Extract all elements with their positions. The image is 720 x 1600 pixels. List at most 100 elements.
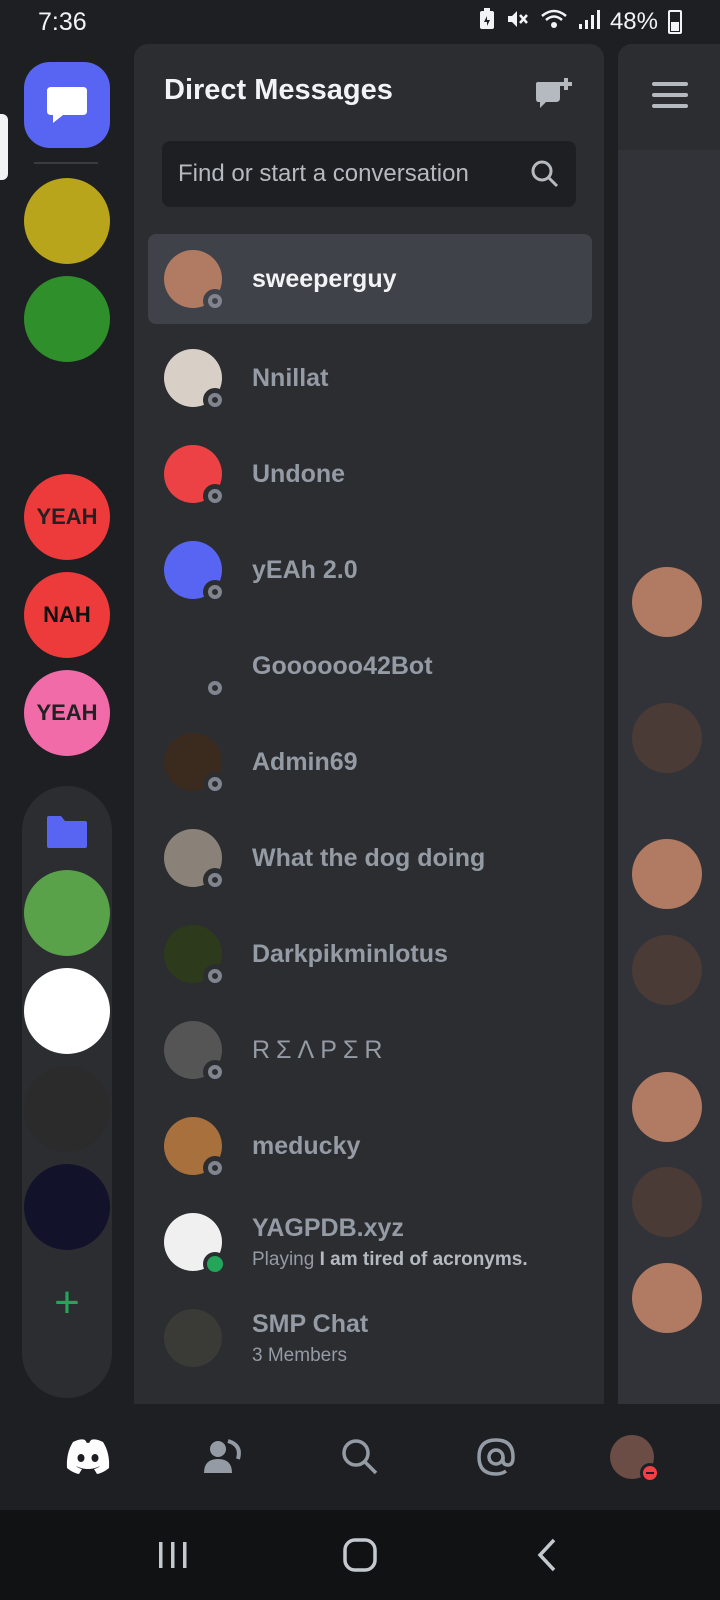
- activity-text: I am tired of acronyms.: [319, 1248, 528, 1270]
- dm-item[interactable]: sweeperguy: [148, 234, 592, 324]
- server-yeah[interactable]: YEAH: [24, 474, 110, 560]
- search-tab[interactable]: [330, 1427, 390, 1487]
- avatar: [164, 541, 227, 604]
- dnd-status-icon: [640, 1463, 660, 1483]
- dm-item[interactable]: RΣΛPΣR: [148, 1002, 592, 1098]
- server-initials: NAH: [43, 602, 91, 627]
- avatar: [164, 349, 227, 412]
- server-ramen[interactable]: [24, 968, 110, 1054]
- avatar: [164, 733, 227, 796]
- new-dm-button[interactable]: [534, 76, 574, 114]
- dm-subtitle: 3 Members: [252, 1344, 348, 1366]
- dm-name: Undone: [252, 459, 346, 488]
- activity-prefix: Playing: [252, 1248, 315, 1270]
- dm-item[interactable]: meducky: [148, 1098, 592, 1194]
- dm-item[interactable]: YAGPDB.xyz Playing I am tired of acronyms…: [148, 1194, 592, 1290]
- avatar: [632, 703, 702, 773]
- rail-divider: [34, 162, 98, 164]
- dm-item[interactable]: Darkpikminlotus: [148, 906, 592, 1002]
- dm-item[interactable]: Admin69: [148, 714, 592, 810]
- offline-status-icon: [203, 868, 227, 892]
- server-yeah-pink[interactable]: YEAH: [24, 670, 110, 756]
- home-tab[interactable]: [58, 1427, 118, 1487]
- search-icon: [342, 1439, 378, 1475]
- system-nav: [0, 1510, 720, 1600]
- avatar: [632, 567, 702, 637]
- server-initials: YEAH: [36, 504, 98, 529]
- dm-item[interactable]: Goooooo42Bot: [148, 618, 592, 714]
- dm-name: RΣΛPΣR: [252, 1035, 389, 1064]
- add-server-button[interactable]: +: [24, 1260, 110, 1346]
- server-green-creeper[interactable]: [24, 276, 110, 362]
- dm-name: yEAh 2.0: [252, 555, 358, 584]
- home-button[interactable]: [335, 1530, 385, 1580]
- avatar: [164, 1213, 227, 1276]
- dm-item[interactable]: Undone: [148, 426, 592, 522]
- dm-name: Darkpikminlotus: [252, 939, 448, 968]
- avatar: [164, 1021, 227, 1084]
- recents-icon: [159, 1542, 187, 1568]
- mentions-tab[interactable]: [466, 1427, 526, 1487]
- friends-icon: [204, 1439, 241, 1473]
- dm-name: What the dog doing: [252, 843, 486, 872]
- server-nah[interactable]: NAH: [24, 572, 110, 658]
- offline-status-icon: [203, 289, 227, 313]
- dm-list: sweeperguy Nnillat Undone yEAh 2.0 Goooooo42…: [148, 234, 592, 1386]
- dm-item[interactable]: yEAh 2.0: [148, 522, 592, 618]
- server-yellow-pixel[interactable]: [24, 178, 110, 264]
- back-button[interactable]: [522, 1530, 572, 1580]
- friends-tab[interactable]: [194, 1427, 254, 1487]
- avatar: [632, 1263, 702, 1333]
- discord-icon: [66, 1439, 110, 1474]
- avatar: [164, 925, 227, 988]
- avatar: [164, 637, 227, 700]
- avatar: [164, 250, 227, 313]
- offline-status-icon: [203, 1156, 227, 1180]
- server-galaxy[interactable]: [24, 1164, 110, 1250]
- avatar: [164, 445, 227, 508]
- server-minecraft[interactable]: [24, 870, 110, 956]
- folder-icon[interactable]: [24, 789, 110, 875]
- search-input[interactable]: Find or start a conversation: [162, 141, 576, 207]
- dm-item[interactable]: What the dog doing: [148, 810, 592, 906]
- offline-status-icon: [203, 964, 227, 988]
- chat-peek[interactable]: [618, 44, 720, 1404]
- plus-icon: +: [54, 1278, 80, 1327]
- avatar: [164, 829, 227, 892]
- status-time: 7:36: [38, 7, 87, 36]
- avatar: [632, 839, 702, 909]
- back-icon: [537, 1538, 555, 1572]
- server-d-logo[interactable]: [24, 1066, 110, 1152]
- menu-icon[interactable]: [652, 82, 688, 108]
- avatar: [164, 1117, 227, 1180]
- avatar: [632, 935, 702, 1005]
- avatar: [164, 1309, 222, 1367]
- dm-name: SMP Chat: [252, 1309, 369, 1338]
- mute-icon: [506, 8, 530, 37]
- avatar: [632, 1072, 702, 1142]
- offline-status-icon: [203, 484, 227, 508]
- bottom-nav: [0, 1404, 720, 1510]
- dm-name: sweeperguy: [252, 264, 397, 293]
- server-snake[interactable]: [24, 374, 110, 460]
- offline-status-icon: [203, 772, 227, 796]
- at-icon: [477, 1438, 515, 1476]
- page-title: Direct Messages: [164, 74, 393, 106]
- online-status-icon: [203, 1252, 227, 1276]
- signal-icon: [578, 8, 600, 37]
- status-bar: 7:36 48%: [0, 0, 720, 44]
- direct-messages-button[interactable]: [24, 62, 110, 148]
- offline-status-icon: [203, 388, 227, 412]
- dm-name: meducky: [252, 1131, 361, 1160]
- recents-button[interactable]: [148, 1530, 198, 1580]
- battery-percent: 48%: [609, 8, 658, 35]
- dm-name: YAGPDB.xyz: [252, 1213, 404, 1242]
- dm-name: Admin69: [252, 747, 358, 776]
- dm-item[interactable]: SMP Chat 3 Members: [148, 1290, 592, 1386]
- battery-icon: [668, 10, 682, 34]
- dm-item[interactable]: Nnillat: [148, 330, 592, 426]
- offline-status-icon: [203, 1060, 227, 1084]
- profile-tab[interactable]: [602, 1427, 662, 1487]
- server-rail: YEAH NAH YEAH +: [0, 44, 134, 1404]
- home-icon: [343, 1538, 377, 1572]
